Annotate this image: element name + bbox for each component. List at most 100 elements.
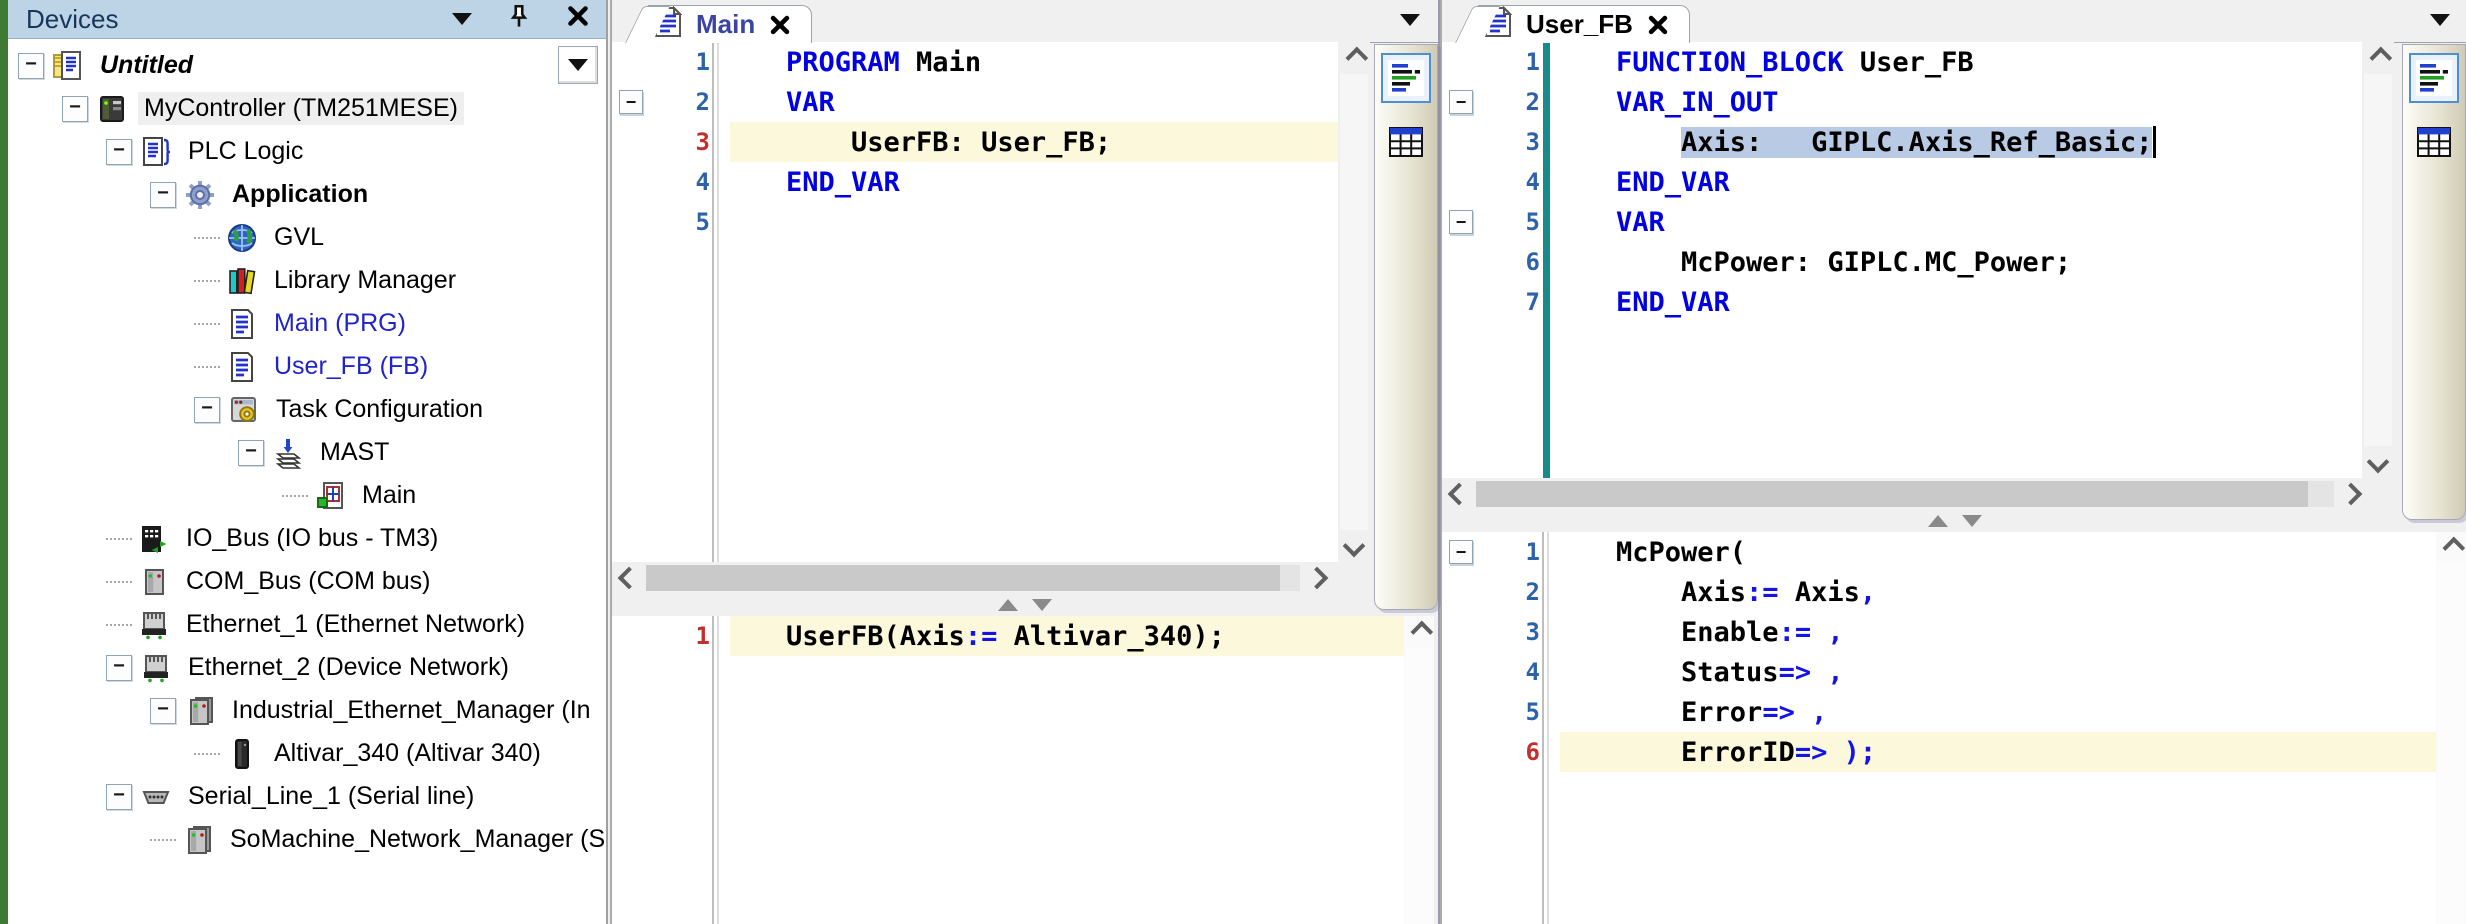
ufb-body-editor[interactable]: −1McPower(2 Axis:= Axis,3 Enable:= ,4 St… (1442, 532, 2436, 924)
tabular-view-button[interactable] (1381, 117, 1431, 167)
tree-item-com-bus-com-bus[interactable]: COM_Bus (COM bus) (8, 560, 606, 603)
collapse-minus-icon[interactable]: − (150, 698, 176, 724)
code-text[interactable]: END_VAR (1560, 162, 2362, 202)
code-line[interactable]: 4END_VAR (612, 162, 1338, 202)
code-text[interactable]: Axis: GIPLC.Axis_Ref_Basic; (1560, 122, 2362, 162)
tab-main[interactable]: Main (648, 5, 812, 43)
ufb-editor-splitter[interactable] (1442, 510, 2466, 532)
collapse-minus-icon[interactable]: − (106, 655, 132, 681)
close-tab-icon[interactable] (769, 14, 791, 36)
code-line[interactable]: 1FUNCTION_BLOCK User_FB (1442, 42, 2362, 82)
main-declaration-editor[interactable]: 1PROGRAM Main−2VAR3 UserFB: User_FB;4END… (612, 42, 1338, 562)
fold-minus-icon[interactable]: − (1449, 540, 1473, 564)
collapse-minus-icon[interactable]: − (106, 784, 132, 810)
code-text[interactable] (730, 202, 1338, 242)
fold-minus-icon[interactable]: − (1449, 90, 1473, 114)
splitter-down-icon[interactable] (1032, 599, 1052, 611)
collapse-minus-icon[interactable]: − (18, 53, 44, 79)
code-line[interactable]: −1McPower( (1442, 532, 2436, 572)
code-text[interactable]: VAR (1560, 202, 2362, 242)
scrollbar-track[interactable] (2438, 564, 2464, 924)
main-body-vscrollbar[interactable] (1404, 616, 1434, 924)
code-text[interactable]: McPower: GIPLC.MC_Power; (1560, 242, 2362, 282)
scroll-up-icon[interactable] (1404, 616, 1434, 648)
code-line[interactable]: 6 McPower: GIPLC.MC_Power; (1442, 242, 2362, 282)
close-tab-icon[interactable] (1647, 14, 1669, 36)
scrollbar-track[interactable] (2364, 74, 2392, 446)
ufb-declaration-editor[interactable]: 1FUNCTION_BLOCK User_FB−2VAR_IN_OUT3 Axi… (1442, 42, 2362, 478)
code-text[interactable]: Status=> , (1560, 652, 2436, 692)
tree-item-main-prg[interactable]: Main (PRG) (8, 302, 606, 345)
code-text[interactable]: Axis:= Axis, (1560, 572, 2436, 612)
main-declaration-vscrollbar[interactable] (1338, 42, 1370, 562)
scroll-right-icon[interactable] (2334, 486, 2368, 502)
code-text[interactable]: ErrorID=> ); (1560, 732, 2436, 772)
scrollbar-track[interactable] (1340, 74, 1368, 530)
tab-list-dropdown-icon[interactable] (2430, 14, 2450, 26)
tree-item-gvl[interactable]: GVL (8, 216, 606, 259)
code-line[interactable]: 2 Axis:= Axis, (1442, 572, 2436, 612)
code-line[interactable]: 4 Status=> , (1442, 652, 2436, 692)
code-text[interactable]: Enable:= , (1560, 612, 2436, 652)
scrollbar-track[interactable] (1406, 648, 1432, 924)
code-line[interactable]: 5 Error=> , (1442, 692, 2436, 732)
tree-item-ethernet-1-ethernet-network[interactable]: Ethernet_1 (Ethernet Network) (8, 603, 606, 646)
code-line[interactable]: −2VAR (612, 82, 1338, 122)
splitter-up-icon[interactable] (998, 599, 1018, 611)
scrollbar-track[interactable] (1476, 481, 2334, 507)
panel-dropdown-icon[interactable] (452, 13, 472, 25)
main-editor-splitter[interactable] (612, 594, 1438, 616)
tab-user-fb[interactable]: User_FB (1478, 5, 1690, 43)
main-body-editor[interactable]: 1UserFB(Axis:= Altivar_340); (612, 616, 1404, 924)
code-text[interactable]: VAR (730, 82, 1338, 122)
tree-item-somachine-network-manager-s[interactable]: SoMachine_Network_Manager (S (8, 818, 606, 861)
pin-icon[interactable] (506, 3, 532, 36)
ufb-declaration-vscrollbar[interactable] (2362, 42, 2394, 478)
code-line[interactable]: 3 UserFB: User_FB; (612, 122, 1338, 162)
scrollbar-track[interactable] (646, 565, 1300, 591)
splitter-down-icon[interactable] (1962, 515, 1982, 527)
splitter-up-icon[interactable] (1928, 515, 1948, 527)
tree-item-mycontroller-tm251mese[interactable]: −MyController (TM251MESE) (8, 87, 606, 130)
tree-item-ethernet-2-device-network[interactable]: −Ethernet_2 (Device Network) (8, 646, 606, 689)
code-line[interactable]: 3 Enable:= , (1442, 612, 2436, 652)
fold-minus-icon[interactable]: − (1449, 210, 1473, 234)
text-view-button[interactable] (1381, 53, 1431, 103)
collapse-minus-icon[interactable]: − (150, 182, 176, 208)
scroll-down-icon[interactable] (1338, 530, 1370, 562)
ufb-hscrollbar[interactable] (1442, 478, 2368, 510)
code-line[interactable]: 7END_VAR (1442, 282, 2362, 322)
code-text[interactable]: PROGRAM Main (730, 42, 1338, 82)
tree-item-untitled[interactable]: −Untitled (8, 44, 606, 87)
tab-list-dropdown-icon[interactable] (1400, 14, 1420, 26)
code-line[interactable]: 1PROGRAM Main (612, 42, 1338, 82)
tree-item-user-fb-fb[interactable]: User_FB (FB) (8, 345, 606, 388)
code-line[interactable]: 6 ErrorID=> ); (1442, 732, 2436, 772)
tree-item-library-manager[interactable]: Library Manager (8, 259, 606, 302)
tree-item-application[interactable]: −Application (8, 173, 606, 216)
tree-item-mast[interactable]: −MAST (8, 431, 606, 474)
ufb-body-vscrollbar[interactable] (2436, 532, 2466, 924)
tree-item-serial-line-1-serial-line[interactable]: −Serial_Line_1 (Serial line) (8, 775, 606, 818)
code-text[interactable]: UserFB(Axis:= Altivar_340); (730, 616, 1404, 656)
code-text[interactable]: Error=> , (1560, 692, 2436, 732)
main-hscrollbar[interactable] (612, 562, 1334, 594)
code-line[interactable]: 3 Axis: GIPLC.Axis_Ref_Basic; (1442, 122, 2362, 162)
collapse-minus-icon[interactable]: − (62, 96, 88, 122)
close-icon[interactable] (566, 4, 590, 35)
text-view-button[interactable] (2409, 53, 2459, 103)
code-line[interactable]: −5VAR (1442, 202, 2362, 242)
scroll-left-icon[interactable] (1442, 486, 1476, 502)
scroll-up-icon[interactable] (2362, 42, 2394, 74)
scroll-up-icon[interactable] (1338, 42, 1370, 74)
collapse-minus-icon[interactable]: − (238, 440, 264, 466)
tree-item-industrial-ethernet-manager-in[interactable]: −Industrial_Ethernet_Manager (In (8, 689, 606, 732)
code-text[interactable]: END_VAR (1560, 282, 2362, 322)
code-text[interactable]: FUNCTION_BLOCK User_FB (1560, 42, 2362, 82)
collapse-minus-icon[interactable]: − (194, 397, 220, 423)
scrollbar-thumb[interactable] (646, 565, 1280, 591)
scroll-up-icon[interactable] (2436, 532, 2466, 564)
project-combo-button[interactable] (558, 46, 598, 84)
code-line[interactable]: 5 (612, 202, 1338, 242)
code-text[interactable]: VAR_IN_OUT (1560, 82, 2362, 122)
